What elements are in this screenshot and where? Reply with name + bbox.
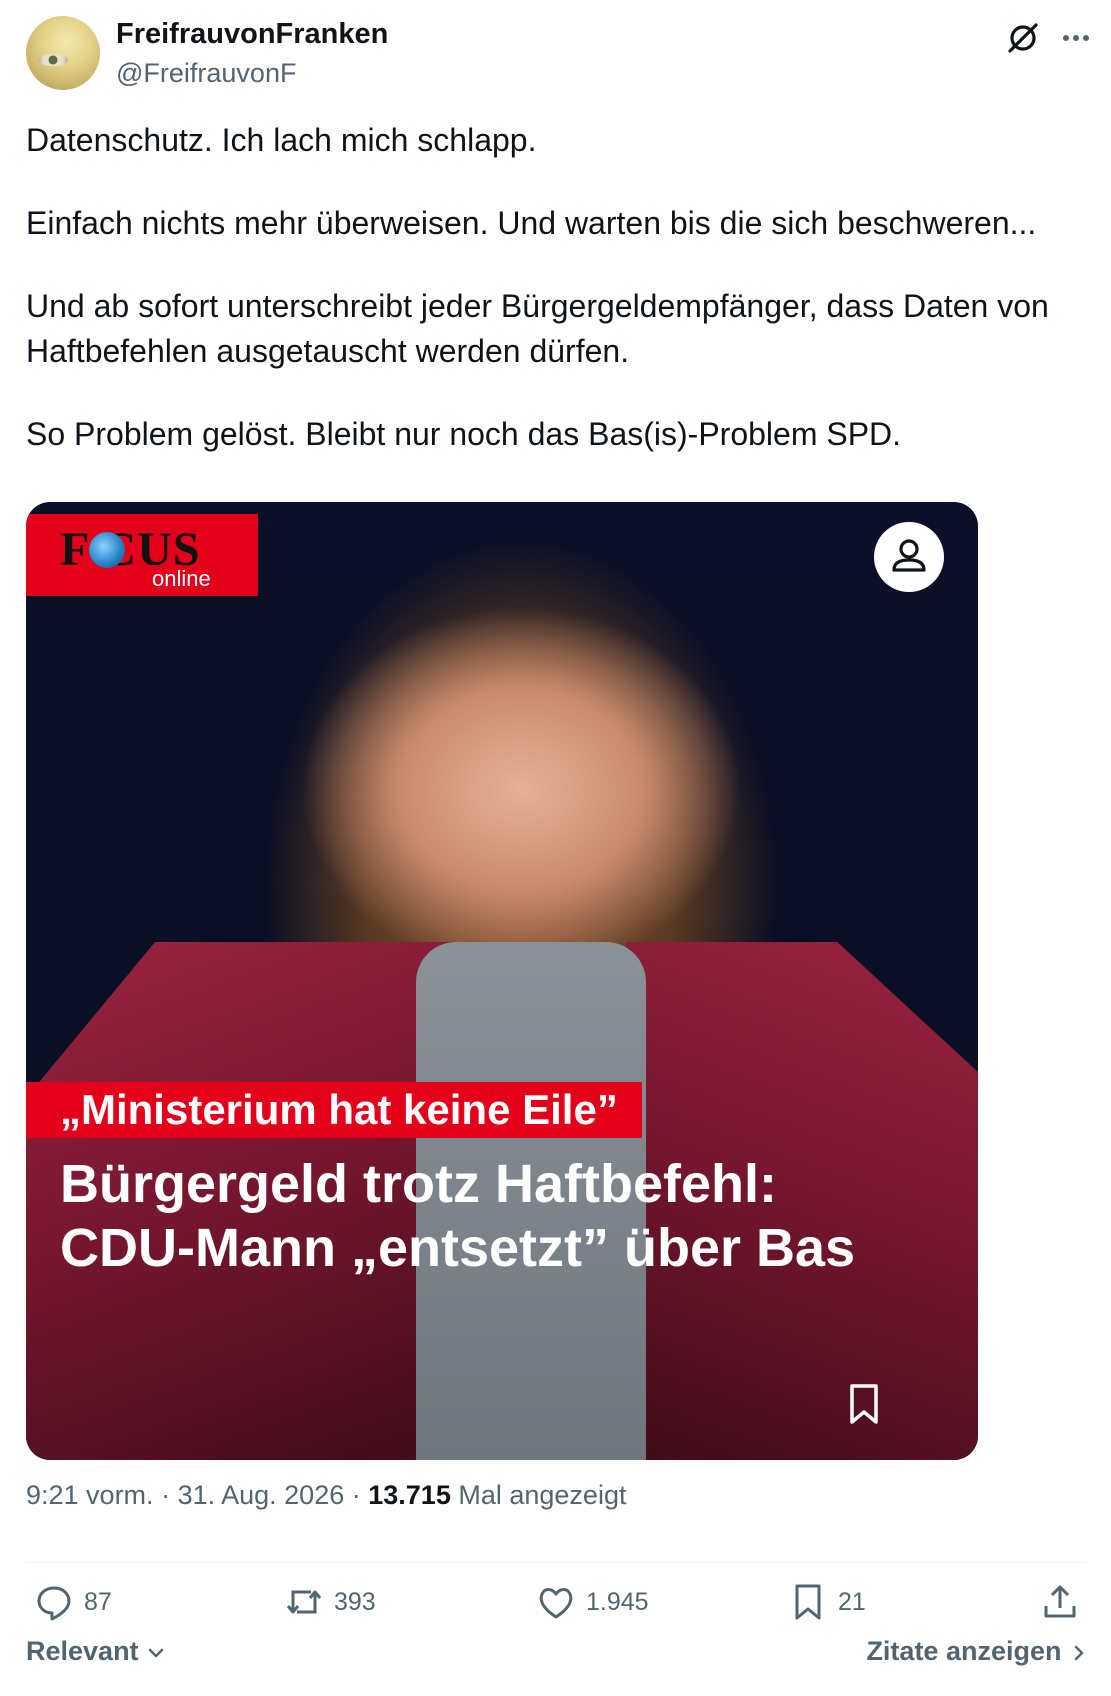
repost-count: 393 bbox=[334, 1587, 376, 1616]
focus-logo: F CUS online bbox=[26, 514, 258, 596]
tweet-paragraph: So Problem gelöst. Bleibt nur noch das B… bbox=[26, 416, 902, 452]
chevron-right-icon bbox=[1074, 1645, 1084, 1661]
like-button[interactable]: 1.945 bbox=[536, 1578, 649, 1626]
like-icon bbox=[539, 1588, 573, 1619]
tweet-text: Datenschutz. Ich lach mich schlapp. Einf… bbox=[26, 118, 1086, 457]
handle[interactable]: @FreifrauvonF bbox=[116, 58, 296, 89]
reply-count: 87 bbox=[84, 1587, 112, 1616]
grok-icon[interactable] bbox=[1003, 18, 1043, 58]
repost-icon bbox=[286, 1590, 322, 1614]
bookmark-icon bbox=[795, 1584, 821, 1620]
more-icon[interactable] bbox=[1056, 18, 1096, 58]
focus-logo-sub: online bbox=[152, 566, 211, 591]
views-count: 13.715 bbox=[368, 1480, 451, 1510]
bookmark-icon[interactable] bbox=[844, 1382, 884, 1426]
quotes-link[interactable]: Zitate anzeigen bbox=[866, 1636, 1089, 1667]
avatar[interactable] bbox=[26, 16, 100, 90]
avatar-eye bbox=[38, 54, 68, 66]
tweet-date[interactable]: 31. Aug. 2026 bbox=[178, 1480, 345, 1510]
divider bbox=[26, 1562, 1086, 1563]
bookmark-count: 21 bbox=[838, 1587, 866, 1616]
chevron-down-icon bbox=[148, 1648, 164, 1658]
sort-label: Relevant bbox=[26, 1636, 139, 1666]
share-icon bbox=[1044, 1585, 1076, 1618]
sort-dropdown[interactable]: Relevant bbox=[26, 1636, 166, 1667]
like-count: 1.945 bbox=[586, 1587, 649, 1616]
headline: Bürgergeld trotz Haftbefehl: CDU-Mann „e… bbox=[60, 1154, 856, 1278]
tweet-paragraph: Und ab sofort unterschreibt jeder Bürger… bbox=[26, 288, 1058, 369]
repost-button[interactable]: 393 bbox=[284, 1578, 376, 1626]
tweet-paragraph: Einfach nichts mehr überweisen. Und wart… bbox=[26, 205, 1037, 241]
media-image[interactable]: F CUS online „Ministerium hat keine Eile… bbox=[26, 502, 978, 1460]
bookmark-button[interactable]: 21 bbox=[788, 1578, 866, 1626]
share-button[interactable] bbox=[1040, 1578, 1080, 1626]
quote-banner: „Ministerium hat keine Eile” bbox=[26, 1082, 642, 1138]
meta-separator: · bbox=[161, 1480, 178, 1510]
reply-icon bbox=[37, 1586, 71, 1621]
tweet-time[interactable]: 9:21 vorm. bbox=[26, 1480, 154, 1510]
meta-separator: · bbox=[351, 1480, 369, 1510]
display-name[interactable]: FreifrauvonFranken bbox=[116, 18, 388, 51]
globe-icon bbox=[89, 532, 125, 568]
tweet-meta: 9:21 vorm. · 31. Aug. 2026 · 13.715 Mal … bbox=[26, 1480, 626, 1511]
reply-button[interactable]: 87 bbox=[34, 1578, 112, 1626]
person-icon bbox=[892, 539, 926, 572]
quotes-label: Zitate anzeigen bbox=[866, 1636, 1062, 1666]
person-button[interactable] bbox=[874, 522, 944, 592]
tweet-paragraph: Datenschutz. Ich lach mich schlapp. bbox=[26, 122, 537, 158]
views-label: Mal angezeigt bbox=[458, 1480, 627, 1510]
